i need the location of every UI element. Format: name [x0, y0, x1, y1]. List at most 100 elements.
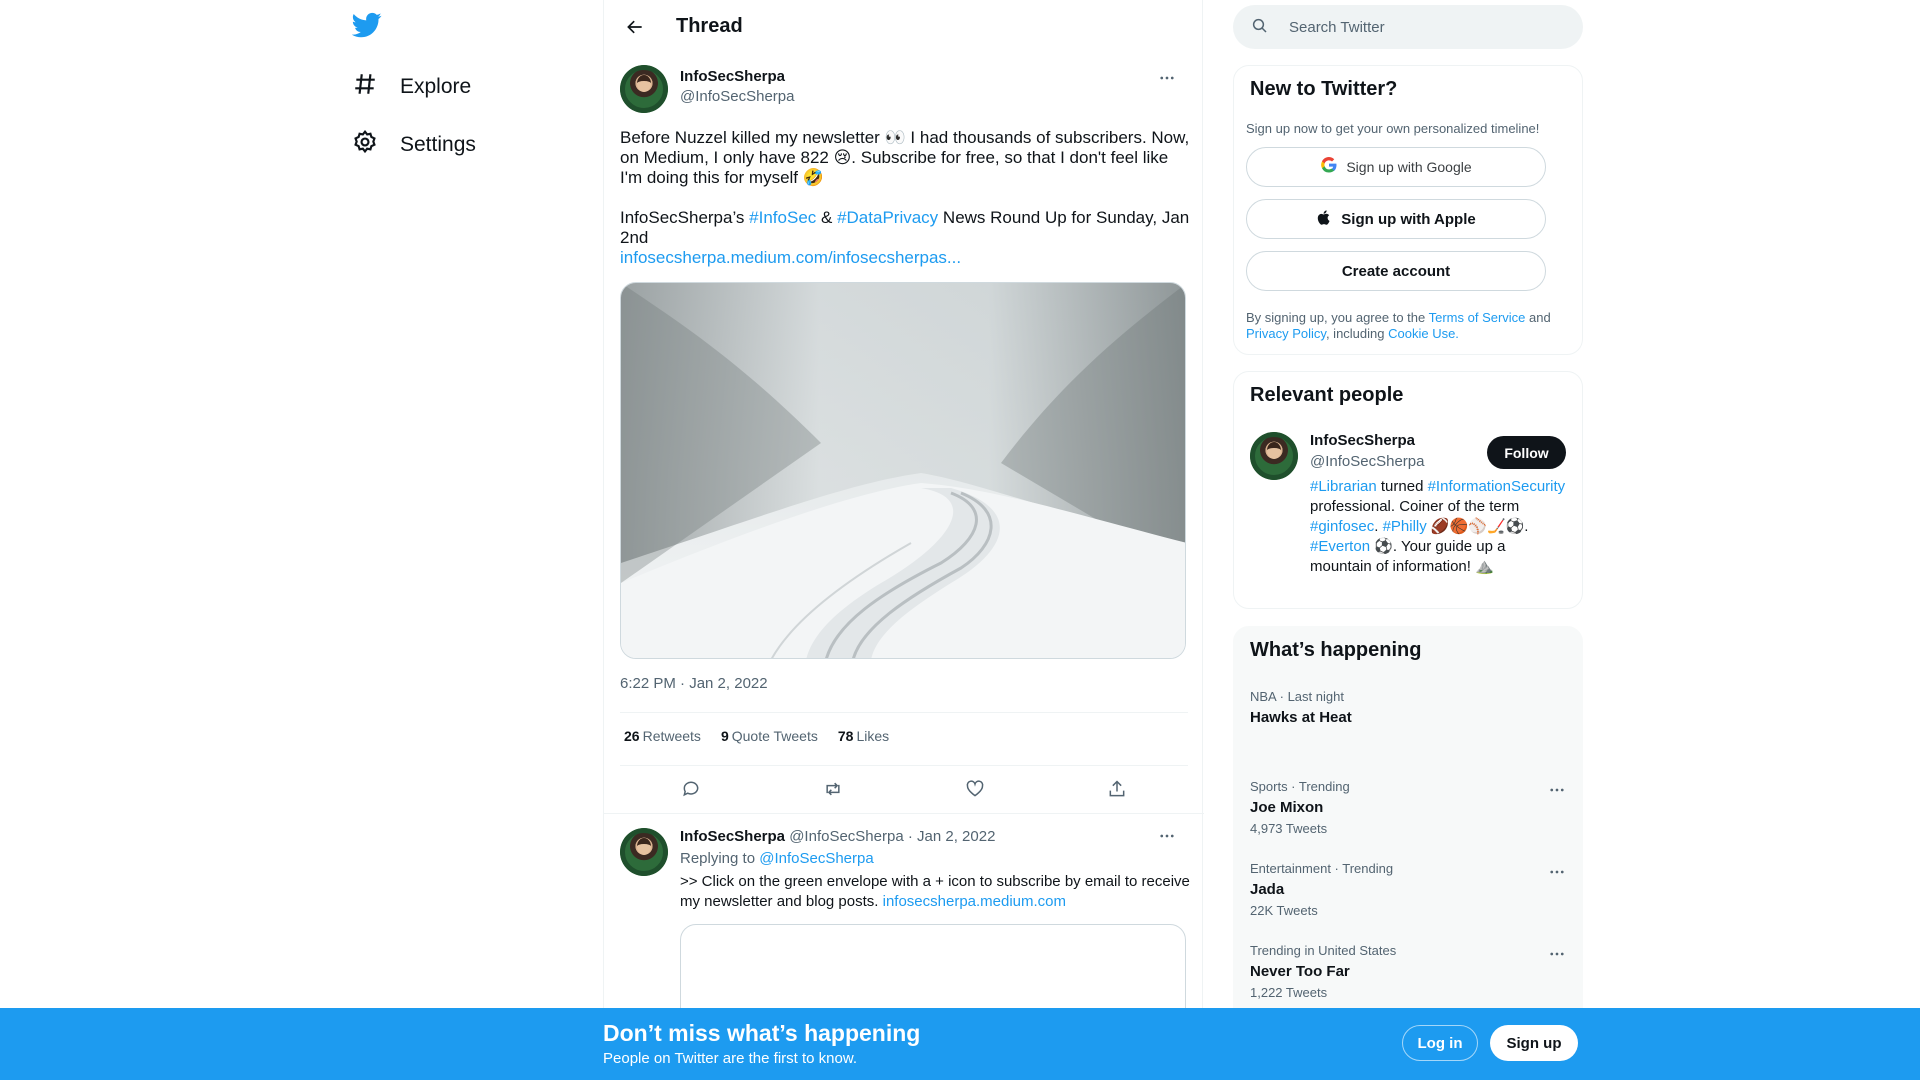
legal-including: , including: [1325, 326, 1389, 341]
reply-link[interactable]: infosecsherpa.medium.com: [883, 893, 1066, 910]
more-options-icon[interactable]: [1152, 821, 1182, 851]
quote-tweets-label: Quote Tweets: [731, 728, 818, 744]
more-options-icon[interactable]: [1542, 775, 1572, 805]
more-options-icon[interactable]: [1542, 939, 1572, 969]
tweet-text-paragraph-1: Before Nuzzel killed my newsletter 👀 I h…: [620, 128, 1190, 187]
tweet-link[interactable]: infosecsherpa.medium.com/infosecsherpas.…: [620, 248, 961, 267]
trend-count: 4,973 Tweets: [1250, 821, 1328, 836]
tweet-timestamp[interactable]: 6:22 PM · Jan 2, 2022: [620, 675, 768, 692]
more-options-icon[interactable]: [1152, 63, 1182, 93]
reply-author-name[interactable]: InfoSecSherpa: [680, 828, 785, 845]
retweets-label: Retweets: [642, 728, 701, 744]
hashtag-link-dataprivacy[interactable]: #DataPrivacy: [837, 208, 938, 227]
legal-and: and: [1525, 310, 1551, 325]
retweets-count: 26: [624, 728, 640, 744]
reply-author-handle[interactable]: @InfoSecSherpa: [789, 828, 903, 845]
nav-item-label: Explore: [400, 75, 472, 98]
signup-subtitle: Sign up now to get your own personalized…: [1246, 121, 1540, 136]
likes-label: Likes: [856, 728, 890, 744]
reply-icon[interactable]: [674, 772, 708, 806]
bio-hashtag-librarian[interactable]: #Librarian: [1310, 478, 1377, 495]
replying-to-label: Replying to: [680, 850, 760, 867]
hashtag-icon: [352, 71, 378, 103]
follow-button[interactable]: Follow: [1487, 436, 1566, 469]
cookie-link[interactable]: Cookie Use.: [1388, 326, 1459, 341]
whats-happening-title: What’s happening: [1250, 639, 1422, 661]
tweet-image-snowy-road[interactable]: [620, 282, 1186, 659]
apple-icon: [1316, 209, 1333, 230]
tweet-text-prefix: InfoSecSherpa’s: [620, 208, 750, 227]
reply-tweet[interactable]: InfoSecSherpa @InfoSecSherpa · Jan 2, 20…: [604, 813, 1204, 1044]
tweet-actions: [620, 772, 1188, 806]
retweets-stat[interactable]: 26 Retweets: [624, 728, 701, 744]
likes-stat[interactable]: 78 Likes: [838, 728, 889, 744]
bio-text: 🏈🏀⚾🏒⚽.: [1426, 518, 1529, 535]
quote-tweets-stat[interactable]: 9 Quote Tweets: [721, 728, 818, 744]
trend-meta: Trending in United States: [1250, 943, 1397, 958]
replying-to-handle[interactable]: @InfoSecSherpa: [759, 850, 873, 867]
trend-item[interactable]: Sports · Trending Joe Mixon 4,973 Tweets: [1234, 779, 1584, 861]
signup-google-button[interactable]: Sign up with Google: [1246, 147, 1546, 187]
divider: [620, 765, 1188, 766]
likes-count: 78: [837, 728, 854, 744]
share-icon[interactable]: [1100, 772, 1134, 806]
bio-hashtag-philly[interactable]: #Philly: [1383, 518, 1427, 535]
person-handle[interactable]: @InfoSecSherpa: [1310, 453, 1424, 470]
retweet-icon[interactable]: [816, 772, 850, 806]
author-avatar-link[interactable]: [620, 65, 668, 113]
avatar[interactable]: [620, 828, 668, 876]
search-icon: [1251, 17, 1271, 37]
person-name[interactable]: InfoSecSherpa: [1310, 432, 1415, 449]
back-arrow-icon[interactable]: [620, 12, 650, 42]
banner-title: Don’t miss what’s happening: [603, 1020, 921, 1046]
relevant-people-title: Relevant people: [1250, 384, 1404, 406]
gear-icon: [352, 129, 378, 161]
twitter-bird-icon[interactable]: [351, 10, 388, 46]
trend-name: Jada: [1250, 881, 1285, 898]
login-banner: Don’t miss what’s happening People on Tw…: [0, 1008, 1920, 1080]
trend-meta: Sports · Trending: [1250, 779, 1350, 794]
tweet-stats: 26 Retweets 9 Quote Tweets 78 Likes: [624, 728, 889, 744]
signup-apple-button[interactable]: Sign up with Apple: [1246, 199, 1546, 239]
more-options-icon[interactable]: [1542, 857, 1572, 887]
privacy-link[interactable]: Privacy Policy: [1246, 326, 1326, 341]
tweet-text-paragraph-2: InfoSecSherpa’s #InfoSec & #DataPrivacy …: [620, 208, 1190, 248]
person-bio: #Librarian turned #InformationSecurity p…: [1310, 477, 1570, 577]
create-account-label: Create account: [1341, 262, 1451, 280]
bio-hashtag-everton[interactable]: #Everton: [1310, 538, 1370, 555]
search-bar[interactable]: [1233, 5, 1583, 49]
bio-hashtag-ginfosec[interactable]: #ginfosec: [1310, 518, 1374, 535]
trend-name: Joe Mixon: [1250, 799, 1324, 816]
replying-to: Replying to @InfoSecSherpa: [680, 850, 874, 867]
banner-subtitle: People on Twitter are the first to know.: [603, 1050, 858, 1067]
create-account-button[interactable]: Create account: [1246, 251, 1546, 291]
search-input[interactable]: [1289, 5, 1569, 49]
main-column: Thread InfoSecSherpa @InfoSecSherpa Befo…: [603, 0, 1204, 1080]
nav-item-label: Settings: [400, 133, 476, 156]
hashtag-link-infosec[interactable]: #InfoSec: [749, 208, 816, 227]
bio-hashtag-infosecurity[interactable]: #InformationSecurity: [1428, 478, 1566, 495]
author-handle[interactable]: @InfoSecSherpa: [680, 88, 794, 105]
trend-name: Hawks at Heat: [1250, 709, 1352, 726]
signup-apple-label: Sign up with Apple: [1341, 210, 1476, 228]
trend-meta: NBA · Last night: [1250, 689, 1344, 704]
tweet-text: Before Nuzzel killed my newsletter 👀 I h…: [620, 128, 1190, 268]
google-g-icon: [1320, 156, 1338, 178]
trend-item[interactable]: Entertainment · Trending Jada 22K Tweets: [1234, 861, 1584, 943]
reply-date[interactable]: · Jan 2, 2022: [908, 828, 996, 845]
author-name[interactable]: InfoSecSherpa: [680, 68, 785, 85]
trend-meta: Entertainment · Trending: [1250, 861, 1394, 876]
reply-header: InfoSecSherpa @InfoSecSherpa · Jan 2, 20…: [680, 828, 995, 845]
nav-item-explore[interactable]: Explore: [352, 65, 471, 109]
terms-link[interactable]: Terms of Service: [1429, 310, 1526, 325]
login-button[interactable]: Log in: [1402, 1025, 1478, 1061]
bio-text: professional. Coiner of the term: [1310, 498, 1520, 515]
trend-count: 1,222 Tweets: [1250, 985, 1328, 1000]
like-heart-icon[interactable]: [958, 772, 992, 806]
avatar[interactable]: [1250, 432, 1298, 480]
nav-item-settings[interactable]: Settings: [352, 123, 476, 167]
avatar: [620, 65, 668, 113]
divider: [620, 712, 1188, 713]
trend-item[interactable]: NBA · Last night Hawks at Heat: [1234, 689, 1584, 771]
signup-button[interactable]: Sign up: [1490, 1025, 1578, 1061]
